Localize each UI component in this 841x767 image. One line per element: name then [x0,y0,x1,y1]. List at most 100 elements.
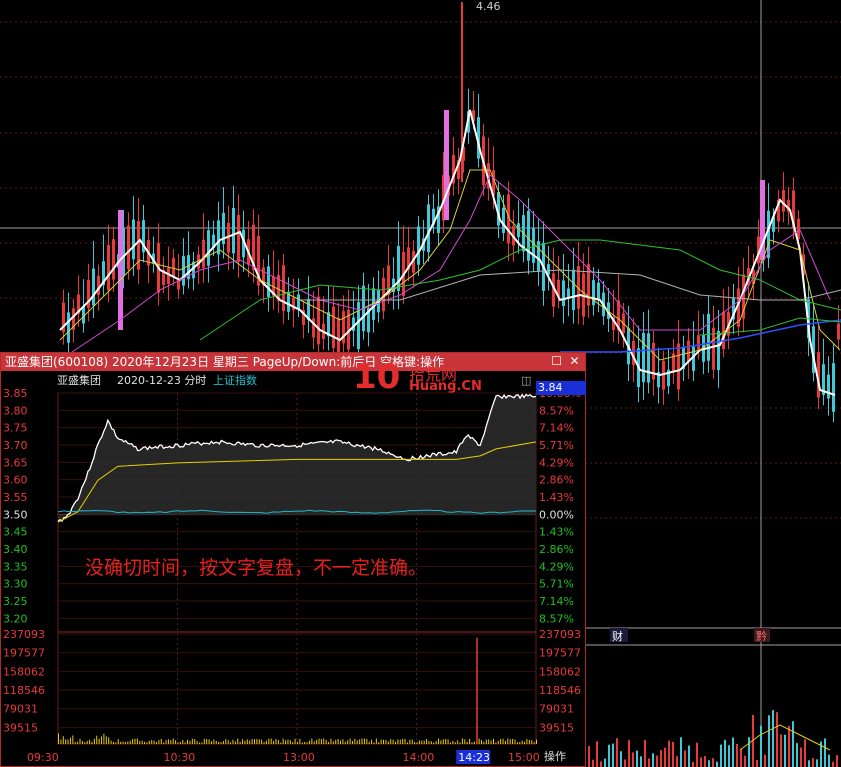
volume-bar [390,739,392,744]
volume-bar [399,739,401,744]
volume-bar [203,738,205,744]
volume-bar [239,741,241,744]
operation-button[interactable]: 操作 [544,748,566,764]
bg-volume-bar [788,725,790,767]
volume-bar [330,738,332,744]
volume-bar [490,740,492,744]
bg-volume-bar [784,734,786,767]
pct-tick-label: 7.14% [539,595,574,608]
volume-bar [404,738,406,744]
volume-bar [158,740,160,744]
volume-bar [153,740,155,744]
volume-bar [349,738,351,744]
volume-bar [371,739,373,744]
volume-bar [306,742,308,744]
restore-icon[interactable]: ☐ [549,354,564,369]
volume-bar [60,739,62,744]
volume-bar [521,740,523,744]
bg-volume-bar [792,721,794,767]
price-tick-label: 3.35 [3,560,28,573]
volume-bar [177,742,179,744]
volume-bar [440,740,442,744]
volume-bar [213,739,215,744]
pct-tick-label: 5.71% [539,439,574,452]
panel-icon[interactable]: ◫ [521,372,531,390]
bg-volume-bar [700,757,702,767]
bg-volume-bar [712,758,714,767]
volume-bar [457,740,459,744]
bg-volume-bar [616,738,618,767]
volume-bar [263,741,265,744]
volume-bar [139,741,141,744]
price-tick-label: 3.65 [3,456,28,469]
volume-bar [261,739,263,744]
volume-bar [144,741,146,744]
volume-bar [378,742,380,744]
volume-bar [406,742,408,744]
volume-bar [124,742,126,744]
price-tick-label: 3.50 [3,508,28,521]
volume-bar [433,742,435,744]
bg-volume-bar [728,745,730,767]
volume-bar [112,741,114,744]
volume-bar [325,740,327,744]
volume-bar [196,741,198,744]
volume-bar [79,738,81,744]
bg-volume-bar [724,739,726,767]
intraday-popup-window[interactable]: 亚盛集团(600108) 2020年12月23日 星期三 PageUp/Down… [0,352,586,767]
bg-volume-bar [704,756,706,767]
bg-volume-bar [620,751,622,767]
bg-volume-bar [824,738,826,767]
close-icon[interactable]: ✕ [567,354,582,369]
volume-bar [72,735,74,744]
price-tick-label: 3.45 [3,526,28,539]
volume-bar [428,740,430,744]
volume-bar [155,742,157,744]
volume-bar [311,738,313,744]
price-tick-label: 3.55 [3,491,28,504]
date-mode: 2020-12-23 分时 [117,374,207,387]
bg-volume-bar [776,712,778,767]
volume-bar [299,739,301,744]
volume-bar [313,741,315,744]
volume-bar [230,742,232,744]
volume-bar [335,739,337,744]
volume-bar [492,738,494,744]
volume-bar [449,742,451,744]
volume-bar [225,739,227,744]
volume-bar [84,742,86,744]
bg-volume-bar [808,760,810,767]
volume-bar [471,742,473,744]
pct-tick-label: 2.86% [539,474,574,487]
bg-volume-bar [800,747,802,767]
bg-volume-bar [588,745,590,767]
volume-bar [531,740,533,744]
volume-bar [127,741,129,744]
volume-bar [289,740,291,744]
window-titlebar[interactable]: 亚盛集团(600108) 2020年12月23日 星期三 PageUp/Down… [1,353,585,371]
volume-tick-label: 158062 [539,665,581,678]
bg-volume-bar [772,710,774,767]
volume-bar [445,739,447,744]
volume-bar [194,739,196,744]
bg-volume-bar [816,759,818,767]
time-tick-label: 09:30 [27,751,59,764]
bg-volume-bar [648,758,650,767]
volume-bar [62,736,64,744]
volume-bar [409,739,411,744]
volume-bar [354,738,356,744]
bg-volume-bar [832,761,834,767]
volume-bar [268,738,270,744]
volume-bar [418,740,420,744]
volume-tick-label: 237093 [539,628,581,641]
volume-bar [342,739,344,744]
index-link[interactable]: 上证指数 [213,372,257,390]
volume-bar [423,740,425,744]
bg-volume-bar [740,748,742,767]
volume-bar [117,739,119,744]
volume-bar [328,741,330,744]
volume-bar [110,740,112,744]
bg-volume-bar [756,760,758,767]
volume-bar [497,740,499,744]
bg-volume-bar [624,759,626,767]
